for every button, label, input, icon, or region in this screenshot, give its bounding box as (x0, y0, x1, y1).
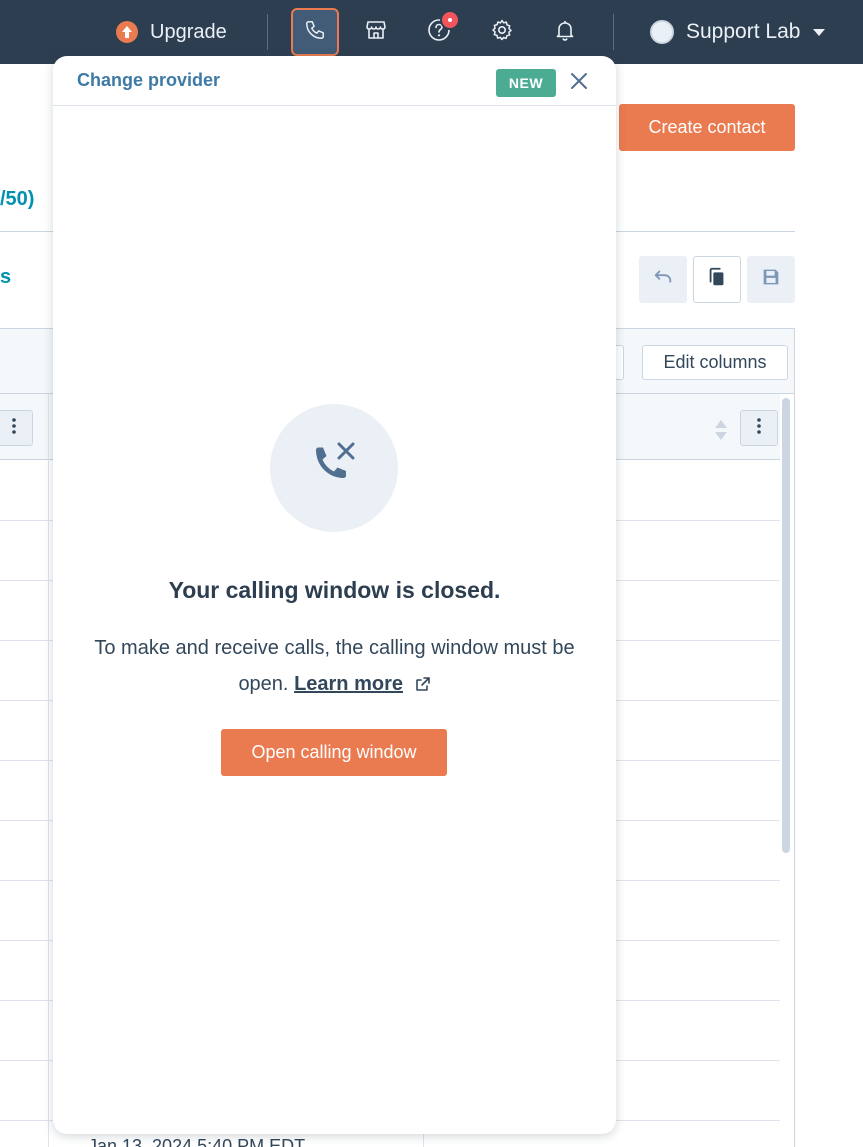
table-scrollbar[interactable] (782, 398, 790, 853)
column-divider (48, 394, 49, 1147)
calling-button[interactable] (291, 8, 339, 56)
new-badge: NEW (496, 69, 556, 97)
upgrade-link[interactable]: Upgrade (116, 20, 227, 44)
call-closed-illustration (270, 404, 398, 532)
create-contact-button[interactable]: Create contact (619, 104, 795, 151)
edit-columns-button[interactable]: Edit columns (642, 345, 788, 380)
calling-panel: Change provider NEW Your calling window … (53, 56, 616, 1134)
phone-disconnected-icon (304, 436, 364, 501)
caret-down-icon (812, 20, 826, 44)
clone-button[interactable] (693, 256, 741, 303)
view-label[interactable]: s (0, 266, 11, 289)
calling-closed-description: To make and receive calls, the calling w… (93, 630, 576, 704)
notifications-icon (553, 18, 577, 47)
phone-icon (304, 19, 326, 46)
external-link-icon[interactable] (415, 668, 431, 704)
table-cell-date: Jan 13, 2024 5:40 PM EDT (88, 1136, 306, 1147)
more-vertical-icon (12, 417, 16, 439)
more-vertical-icon (757, 417, 761, 439)
sort-icon[interactable] (714, 418, 728, 447)
save-view-button[interactable] (747, 256, 795, 303)
marketplace-button[interactable] (356, 12, 396, 52)
column-options-button[interactable] (740, 410, 778, 446)
notifications-button[interactable] (545, 12, 585, 52)
help-notification-badge (440, 10, 460, 30)
settings-button[interactable] (482, 12, 522, 52)
open-calling-window-button[interactable]: Open calling window (221, 729, 447, 776)
calling-closed-title: Your calling window is closed. (168, 577, 501, 603)
account-name: Support Lab (686, 20, 801, 43)
settings-icon (490, 18, 514, 47)
undo-button[interactable] (639, 256, 687, 303)
nav-divider (267, 14, 268, 50)
nav-divider (613, 14, 614, 50)
upgrade-label: Upgrade (150, 20, 227, 43)
undo-icon (652, 266, 674, 293)
change-provider-link[interactable]: Change provider (77, 70, 220, 91)
close-icon (570, 72, 588, 95)
column-options-button[interactable] (0, 410, 33, 446)
account-menu[interactable]: Support Lab (650, 18, 826, 46)
avatar (650, 20, 674, 44)
learn-more-link[interactable]: Learn more (294, 673, 403, 695)
close-button[interactable] (568, 72, 590, 94)
calling-panel-header: Change provider NEW (53, 56, 616, 106)
copy-icon (706, 266, 728, 293)
upgrade-arrow-icon (116, 21, 138, 43)
top-navigation: Upgrade Support Lab (0, 0, 863, 64)
save-icon (760, 266, 782, 293)
record-count: /50) (0, 188, 35, 210)
marketplace-icon (364, 18, 388, 47)
table-border (794, 328, 795, 1147)
